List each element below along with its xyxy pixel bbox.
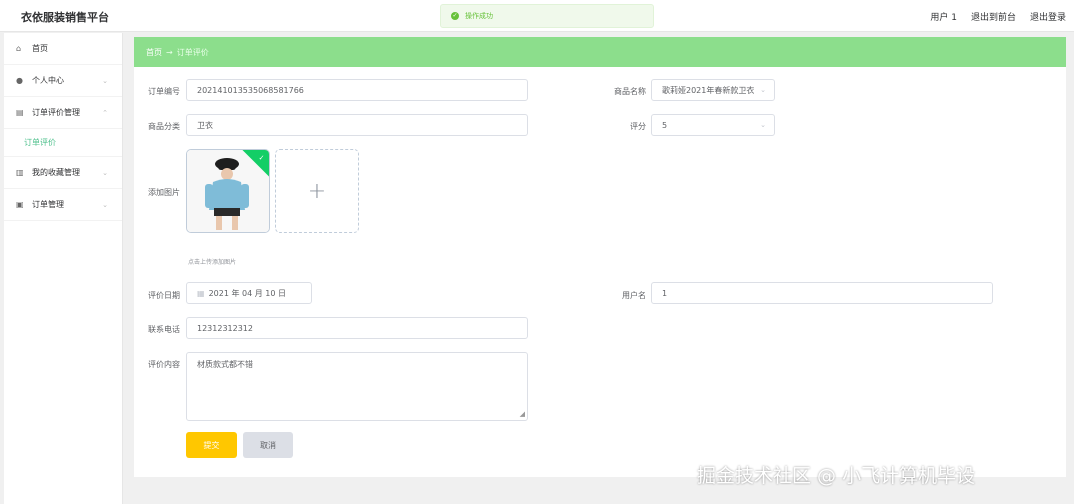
category-label: 商品分类 — [148, 122, 180, 131]
content-value: 材质款式都不错 — [197, 360, 253, 369]
sidebar-item-label: 首页 — [32, 44, 48, 53]
upload-tip: 点击上传添加图片 — [188, 259, 237, 266]
product-name-value: 歌莉娅2021年春新款卫衣 — [662, 85, 755, 95]
briefcase-icon: ▤ — [16, 108, 24, 117]
uploaded-image[interactable]: ✓ — [186, 149, 270, 233]
chart-icon: ▥ — [16, 168, 24, 177]
resize-handle-icon[interactable]: ◢ — [520, 410, 525, 418]
calendar-icon: ▦ — [197, 288, 205, 298]
chevron-down-icon: ⌄ — [760, 121, 766, 129]
check-icon: ✓ — [258, 153, 265, 162]
sidebar-item-label: 订单评价管理 — [32, 108, 80, 117]
rating-value: 5 — [662, 120, 668, 130]
toast-text: 操作成功 — [465, 12, 493, 20]
logout-link[interactable]: 退出登录 — [1030, 10, 1066, 23]
app-title: 衣依服装销售平台 — [21, 11, 109, 24]
rating-label: 评分 — [630, 122, 646, 131]
chevron-down-icon: ⌄ — [102, 76, 108, 85]
check-circle-icon: ✓ — [451, 12, 459, 20]
sidebar-item-label: 订单管理 — [32, 200, 64, 209]
product-name-label: 商品名称 — [614, 87, 646, 96]
rating-select[interactable]: 5 ⌄ — [651, 114, 775, 136]
add-image-button[interactable]: + — [275, 149, 359, 233]
sidebar-item-home[interactable]: ⌂ 首页 — [4, 33, 122, 65]
review-date-picker[interactable]: ▦ 2021 年 04 月 10 日 — [186, 282, 312, 304]
back-to-front-link[interactable]: 退出到前台 — [971, 10, 1016, 23]
header-links: 用户 1 退出到前台 退出登录 — [930, 10, 1066, 23]
chevron-down-icon: ⌄ — [102, 168, 108, 177]
order-no-input[interactable]: 20214101353506858176​6 — [186, 79, 528, 101]
review-date-value: 2021 年 04 月 10 日 — [208, 288, 286, 298]
sidebar-item-orders[interactable]: ▣ 订单管理 ⌄ — [4, 189, 122, 221]
sidebar-item-favorites[interactable]: ▥ 我的收藏管理 ⌄ — [4, 157, 122, 189]
sidebar-item-review-management[interactable]: ▤ 订单评价管理 ⌃ — [4, 97, 122, 129]
home-icon: ⌂ — [16, 44, 22, 53]
image-label: 添加图片 — [148, 188, 180, 197]
user-link[interactable]: 用户 1 — [930, 10, 957, 23]
breadcrumb-separator: → — [166, 47, 173, 57]
category-input[interactable]: 卫衣 — [186, 114, 528, 136]
chevron-down-icon: ⌄ — [760, 86, 766, 94]
breadcrumb-home[interactable]: 首页 — [146, 47, 162, 58]
top-bar: 衣依服装销售平台 ✓ 操作成功 用户 1 退出到前台 退出登录 — [0, 0, 1074, 32]
success-toast: ✓ 操作成功 — [440, 4, 654, 28]
sidebar-item-order-review[interactable]: 订单评价 — [4, 129, 122, 157]
watermark: 掘金技术社区 @ 小飞计算机毕设 — [697, 465, 976, 487]
phone-label: 联系电话 — [148, 325, 180, 334]
content-textarea[interactable]: 材质款式都不错 ◢ — [186, 352, 528, 421]
content-label: 评价内容 — [148, 360, 180, 369]
plus-icon: + — [307, 178, 327, 204]
main-content: 首页 → 订单评价 订单编号 20214101353506858176​6 商品… — [134, 37, 1066, 477]
order-no-label: 订单编号 — [148, 87, 180, 96]
chevron-down-icon: ⌄ — [102, 200, 108, 209]
sidebar-item-profile[interactable]: ● 个人中心 ⌄ — [4, 65, 122, 97]
sidebar: ⌂ 首页 ● 个人中心 ⌄ ▤ 订单评价管理 ⌃ 订单评价 ▥ 我的收藏管理 ⌄… — [4, 33, 123, 504]
review-date-label: 评价日期 — [148, 291, 180, 300]
breadcrumb: 首页 → 订单评价 — [134, 37, 1066, 67]
breadcrumb-current: 订单评价 — [176, 47, 209, 57]
phone-input[interactable]: 12312312312 — [186, 317, 528, 339]
image-icon: ▣ — [16, 200, 24, 209]
username-label: 用户名 — [622, 291, 646, 300]
cancel-button[interactable]: 取消 — [243, 432, 293, 458]
sidebar-item-label: 订单评价 — [24, 138, 56, 147]
product-name-select[interactable]: 歌莉娅2021年春新款卫衣 ⌄ — [651, 79, 775, 101]
submit-button[interactable]: 提交 — [186, 432, 237, 458]
sidebar-item-label: 个人中心 — [32, 76, 64, 85]
sidebar-item-label: 我的收藏管理 — [32, 168, 80, 177]
username-input[interactable]: 1 — [651, 282, 993, 304]
user-icon: ● — [16, 76, 23, 85]
chevron-up-icon: ⌃ — [102, 108, 108, 117]
